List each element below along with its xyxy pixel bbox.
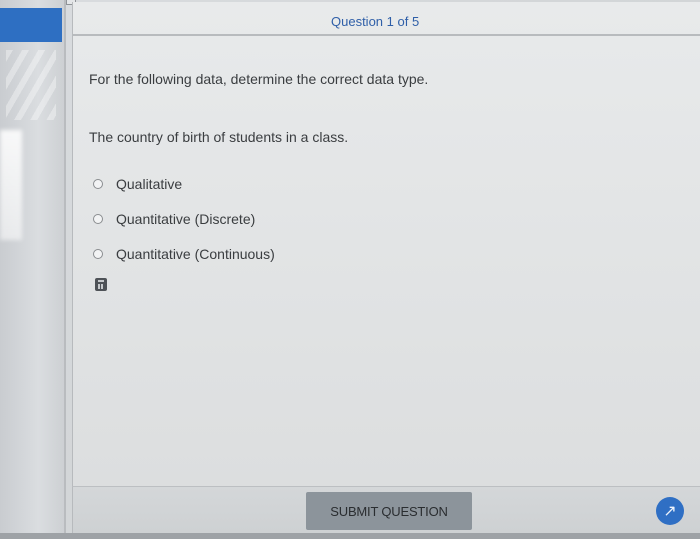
submit-question-button[interactable]: SUBMIT QUESTION [306, 492, 472, 530]
screen-glare [0, 130, 22, 240]
option-quantitative-continuous[interactable]: Quantitative (Continuous) [93, 244, 275, 264]
question-instruction: For the following data, determine the co… [89, 71, 429, 87]
next-arrow-icon[interactable]: ↗ [656, 497, 684, 525]
question-panel: Question 1 of 5 For the following data, … [72, 2, 700, 486]
option-quantitative-discrete[interactable]: Quantitative (Discrete) [93, 209, 275, 229]
calculator-icon[interactable] [95, 278, 107, 291]
radio-button[interactable] [93, 179, 103, 189]
option-label: Quantitative (Continuous) [116, 246, 275, 262]
side-panel-pattern [6, 50, 56, 120]
option-qualitative[interactable]: Qualitative [93, 174, 275, 194]
radio-button[interactable] [93, 214, 103, 224]
side-panel-accent-bar [0, 8, 62, 42]
question-prompt: The country of birth of students in a cl… [89, 129, 349, 145]
question-counter: Question 1 of 5 [331, 14, 420, 29]
side-panel [0, 0, 66, 539]
screen-bottom-edge [0, 533, 700, 539]
question-footer: SUBMIT QUESTION ↗ [72, 486, 700, 539]
option-label: Quantitative (Discrete) [116, 211, 256, 227]
radio-button[interactable] [93, 249, 103, 259]
answer-options: Qualitative Quantitative (Discrete) Quan… [93, 174, 275, 279]
question-header: Question 1 of 5 [73, 2, 700, 36]
option-label: Qualitative [116, 176, 183, 192]
